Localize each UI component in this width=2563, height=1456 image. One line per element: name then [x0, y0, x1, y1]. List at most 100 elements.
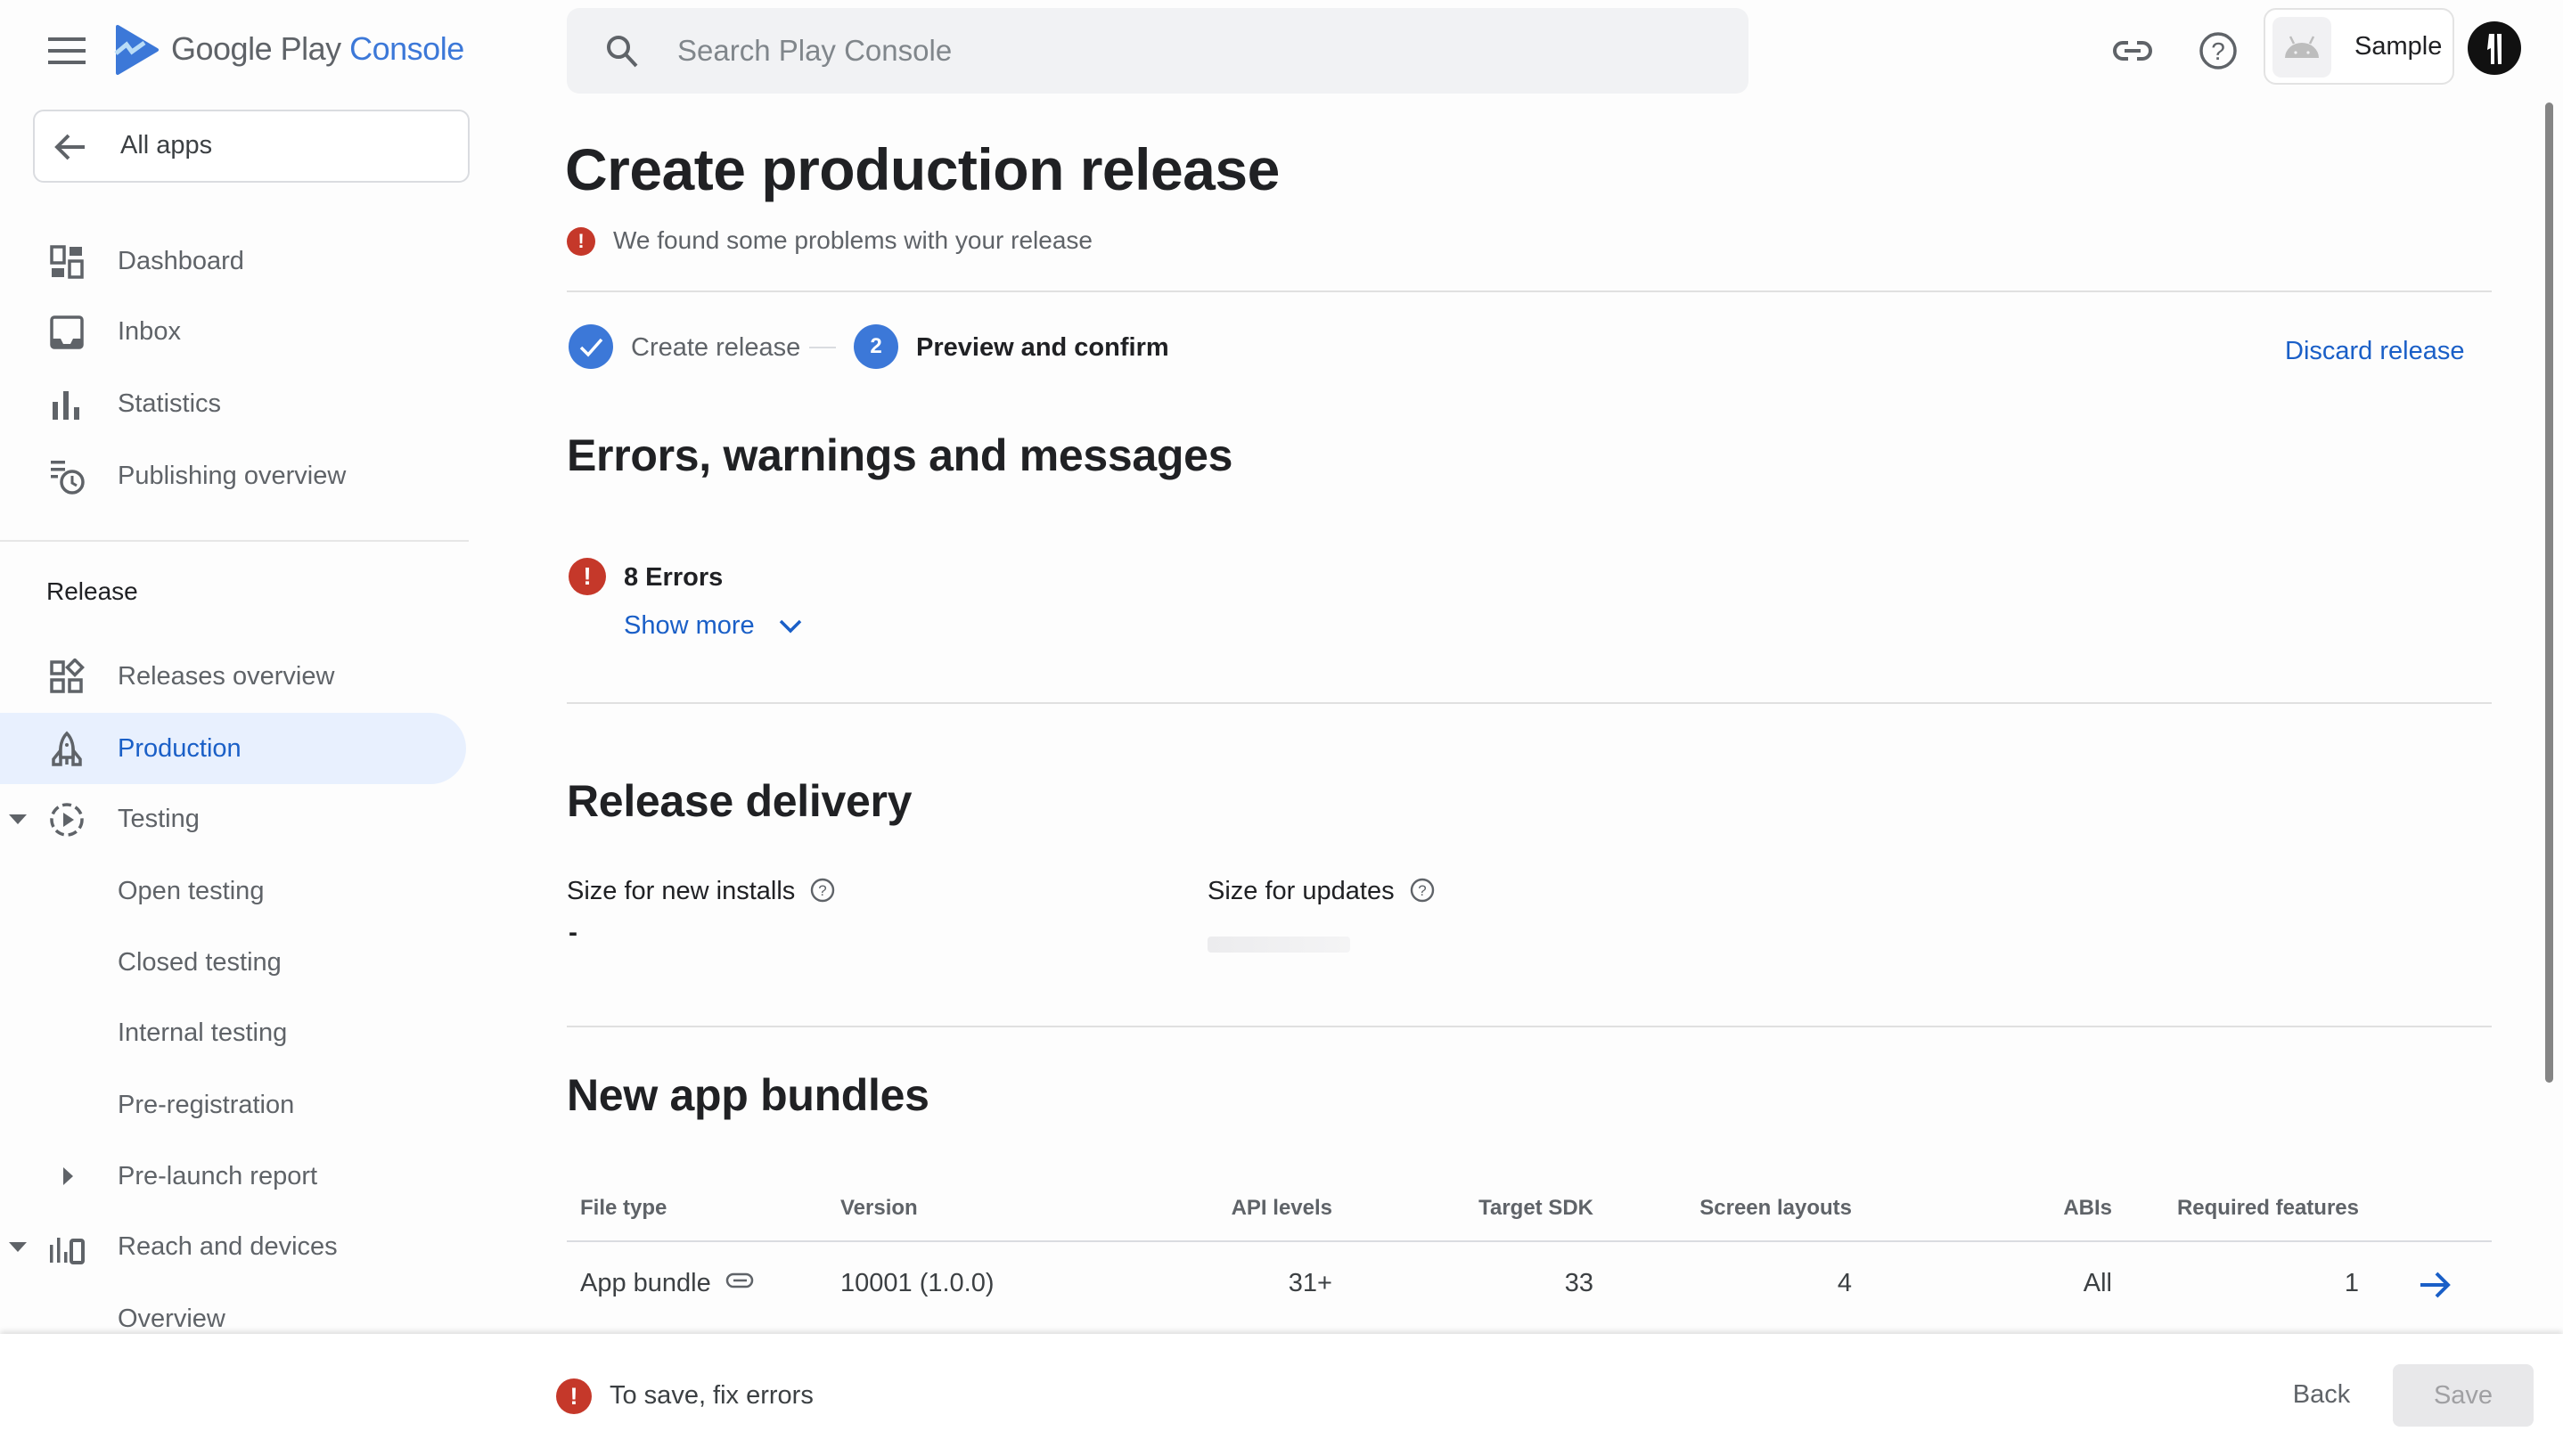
all-apps-label: All apps [120, 131, 213, 160]
avatar[interactable] [2468, 21, 2521, 75]
column-header-screen-layouts: Screen layouts [1699, 1196, 1852, 1220]
sidebar-item-label: Releases overview [118, 662, 335, 691]
sidebar-item-pre-registration[interactable]: Pre-registration [0, 1069, 466, 1141]
cell-required-features: 1 [2344, 1269, 2359, 1297]
bottom-action-bar: ! To save, fix errors Back Save [0, 1334, 2563, 1456]
sidebar-item-releases-overview[interactable]: Releases overview [0, 641, 466, 712]
sidebar-item-inbox[interactable]: Inbox [0, 296, 466, 367]
table-header-divider [567, 1240, 2492, 1242]
app-thumbnail [2272, 17, 2331, 78]
column-header-abis: ABIs [2063, 1196, 2112, 1220]
column-header-required-features: Required features [2176, 1196, 2359, 1220]
show-more-button[interactable]: Show more [624, 611, 803, 641]
link-icon[interactable] [2109, 27, 2157, 75]
svg-text:?: ? [819, 882, 827, 899]
size-updates-loading-skeleton [1208, 937, 1350, 953]
release-delivery-title: Release delivery [567, 776, 913, 826]
error-icon: ! [569, 558, 606, 595]
cell-file-type: App bundle [580, 1269, 754, 1298]
search-bar[interactable] [567, 8, 1748, 94]
step-connector [809, 347, 836, 348]
caret-right-icon[interactable] [61, 1166, 75, 1187]
sidebar-divider [0, 540, 469, 542]
show-more-label: Show more [624, 611, 755, 640]
svg-text:?: ? [2211, 37, 2225, 65]
sidebar-item-label: Open testing [118, 877, 265, 905]
help-icon[interactable]: ? [1409, 877, 1436, 904]
step-number-badge: 2 [854, 324, 898, 369]
releases-overview-icon [50, 658, 85, 693]
avatar-glyph-icon [2487, 34, 2502, 64]
sidebar-item-publishing-overview[interactable]: Publishing overview [0, 440, 466, 511]
sidebar-item-production[interactable]: Production [0, 713, 466, 784]
chevron-down-icon [779, 620, 801, 634]
stepper: Create release 2 Preview and confirm [567, 324, 1458, 371]
divider [567, 290, 2492, 292]
size-updates-text: Size for updates [1208, 877, 1395, 905]
sidebar-item-reach-and-devices[interactable]: Reach and devices [0, 1211, 466, 1282]
rocket-icon [52, 731, 82, 766]
errors-count: 8 Errors [624, 563, 724, 592]
discard-release-button[interactable]: Discard release [2285, 337, 2464, 366]
sidebar-item-closed-testing[interactable]: Closed testing [0, 927, 466, 998]
sidebar-item-dashboard[interactable]: Dashboard [0, 225, 466, 297]
step-preview-and-confirm: Preview and confirm [916, 333, 1169, 362]
search-input[interactable] [677, 31, 1658, 70]
all-apps-button[interactable]: All apps [33, 110, 470, 183]
column-header-api-levels: API levels [1231, 1196, 1332, 1220]
sidebar-item-statistics[interactable]: Statistics [0, 368, 466, 439]
cell-screen-layouts: 4 [1837, 1269, 1852, 1297]
size-new-installs-text: Size for new installs [567, 877, 796, 905]
step-create-release[interactable]: Create release [631, 333, 800, 363]
brand-prefix: Google Play [171, 30, 341, 67]
help-icon[interactable]: ? [809, 877, 836, 904]
save-button[interactable]: Save [2393, 1364, 2534, 1427]
caret-down-icon[interactable] [7, 1238, 29, 1256]
bar-chart-icon [53, 391, 79, 420]
sidebar-item-testing[interactable]: Testing [0, 783, 466, 855]
cell-abis: All [2083, 1269, 2112, 1297]
size-updates-label: Size for updates ? [1208, 877, 1436, 906]
column-header-file-type: File type [580, 1196, 667, 1220]
app-selector-chip[interactable]: Sample [2264, 8, 2454, 85]
sidebar-item-label: Overview [118, 1305, 225, 1333]
sidebar-item-open-testing[interactable]: Open testing [0, 855, 466, 927]
publishing-clock-icon [51, 461, 85, 495]
warning-text: We found some problems with your release [613, 226, 1093, 254]
errors-summary: ! 8 Errors [567, 558, 923, 597]
sidebar-item-label: Production [118, 734, 242, 763]
arrow-back-icon [54, 134, 85, 160]
svg-text:?: ? [1418, 882, 1426, 899]
arrow-forward-icon[interactable] [2417, 1269, 2452, 1301]
size-new-installs-value: - [569, 918, 577, 947]
sidebar-item-label: Reach and devices [118, 1232, 338, 1261]
errors-section-title: Errors, warnings and messages [567, 430, 1233, 480]
android-icon [2285, 36, 2319, 58]
sidebar-item-label: Closed testing [118, 948, 282, 977]
cell-target-sdk: 33 [1564, 1269, 1593, 1297]
help-icon[interactable]: ? [2194, 27, 2242, 75]
menu-icon[interactable] [48, 34, 86, 68]
save-blocked-message: To save, fix errors [610, 1381, 814, 1410]
vertical-scrollbar[interactable] [2545, 102, 2553, 1083]
brand-suffix: Console [349, 30, 464, 67]
sidebar-item-label: Pre-launch report [118, 1162, 318, 1190]
play-console-logo-icon[interactable] [112, 25, 160, 75]
step-complete-check-icon[interactable] [569, 324, 613, 369]
sidebar-item-label: Publishing overview [118, 462, 347, 490]
column-header-target-sdk: Target SDK [1478, 1196, 1593, 1220]
caret-down-icon[interactable] [7, 810, 29, 828]
back-button[interactable]: Back [2281, 1368, 2362, 1421]
file-type-text: App bundle [580, 1269, 711, 1297]
brand-title[interactable]: Google Play Console [171, 30, 464, 68]
sidebar-item-internal-testing[interactable]: Internal testing [0, 997, 466, 1068]
dashboard-icon [50, 245, 84, 279]
testing-play-icon [50, 803, 84, 837]
error-icon: ! [556, 1378, 592, 1414]
sidebar-item-pre-launch-report[interactable]: Pre-launch report [0, 1141, 466, 1212]
column-header-version: Version [840, 1196, 918, 1220]
app-name: Sample [2354, 32, 2443, 61]
divider [567, 702, 2492, 704]
sidebar-section-release: Release [46, 577, 138, 605]
page-title: Create production release [565, 136, 1280, 202]
